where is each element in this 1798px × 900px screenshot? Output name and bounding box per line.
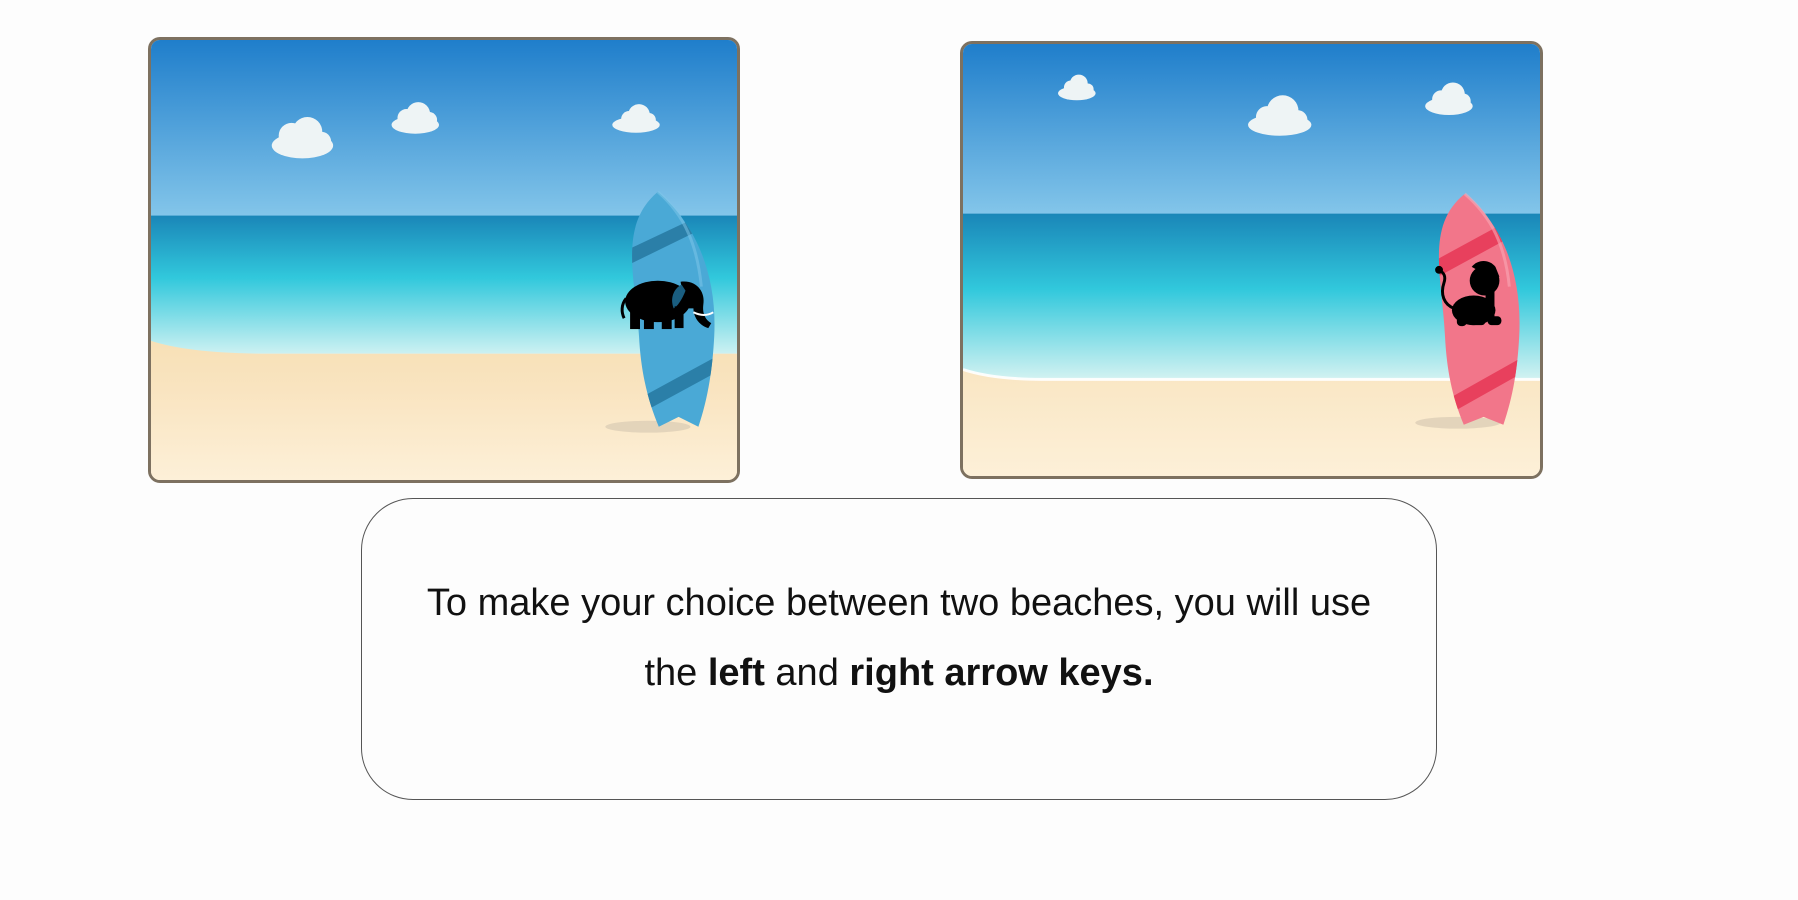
instruction-and: and — [775, 652, 839, 694]
beach-scene-left — [151, 40, 737, 480]
instruction-panel: To make your choice between two beaches,… — [361, 498, 1437, 800]
instruction-left-key: left — [707, 652, 765, 694]
beach-scene-right — [963, 44, 1540, 476]
beach-option-right[interactable] — [960, 41, 1543, 479]
instruction-text: To make your choice between two beaches,… — [409, 568, 1389, 708]
beach-option-left[interactable] — [148, 37, 740, 483]
stage: To make your choice between two beaches,… — [0, 0, 1798, 900]
instruction-right-key: right arrow keys. — [849, 652, 1154, 694]
